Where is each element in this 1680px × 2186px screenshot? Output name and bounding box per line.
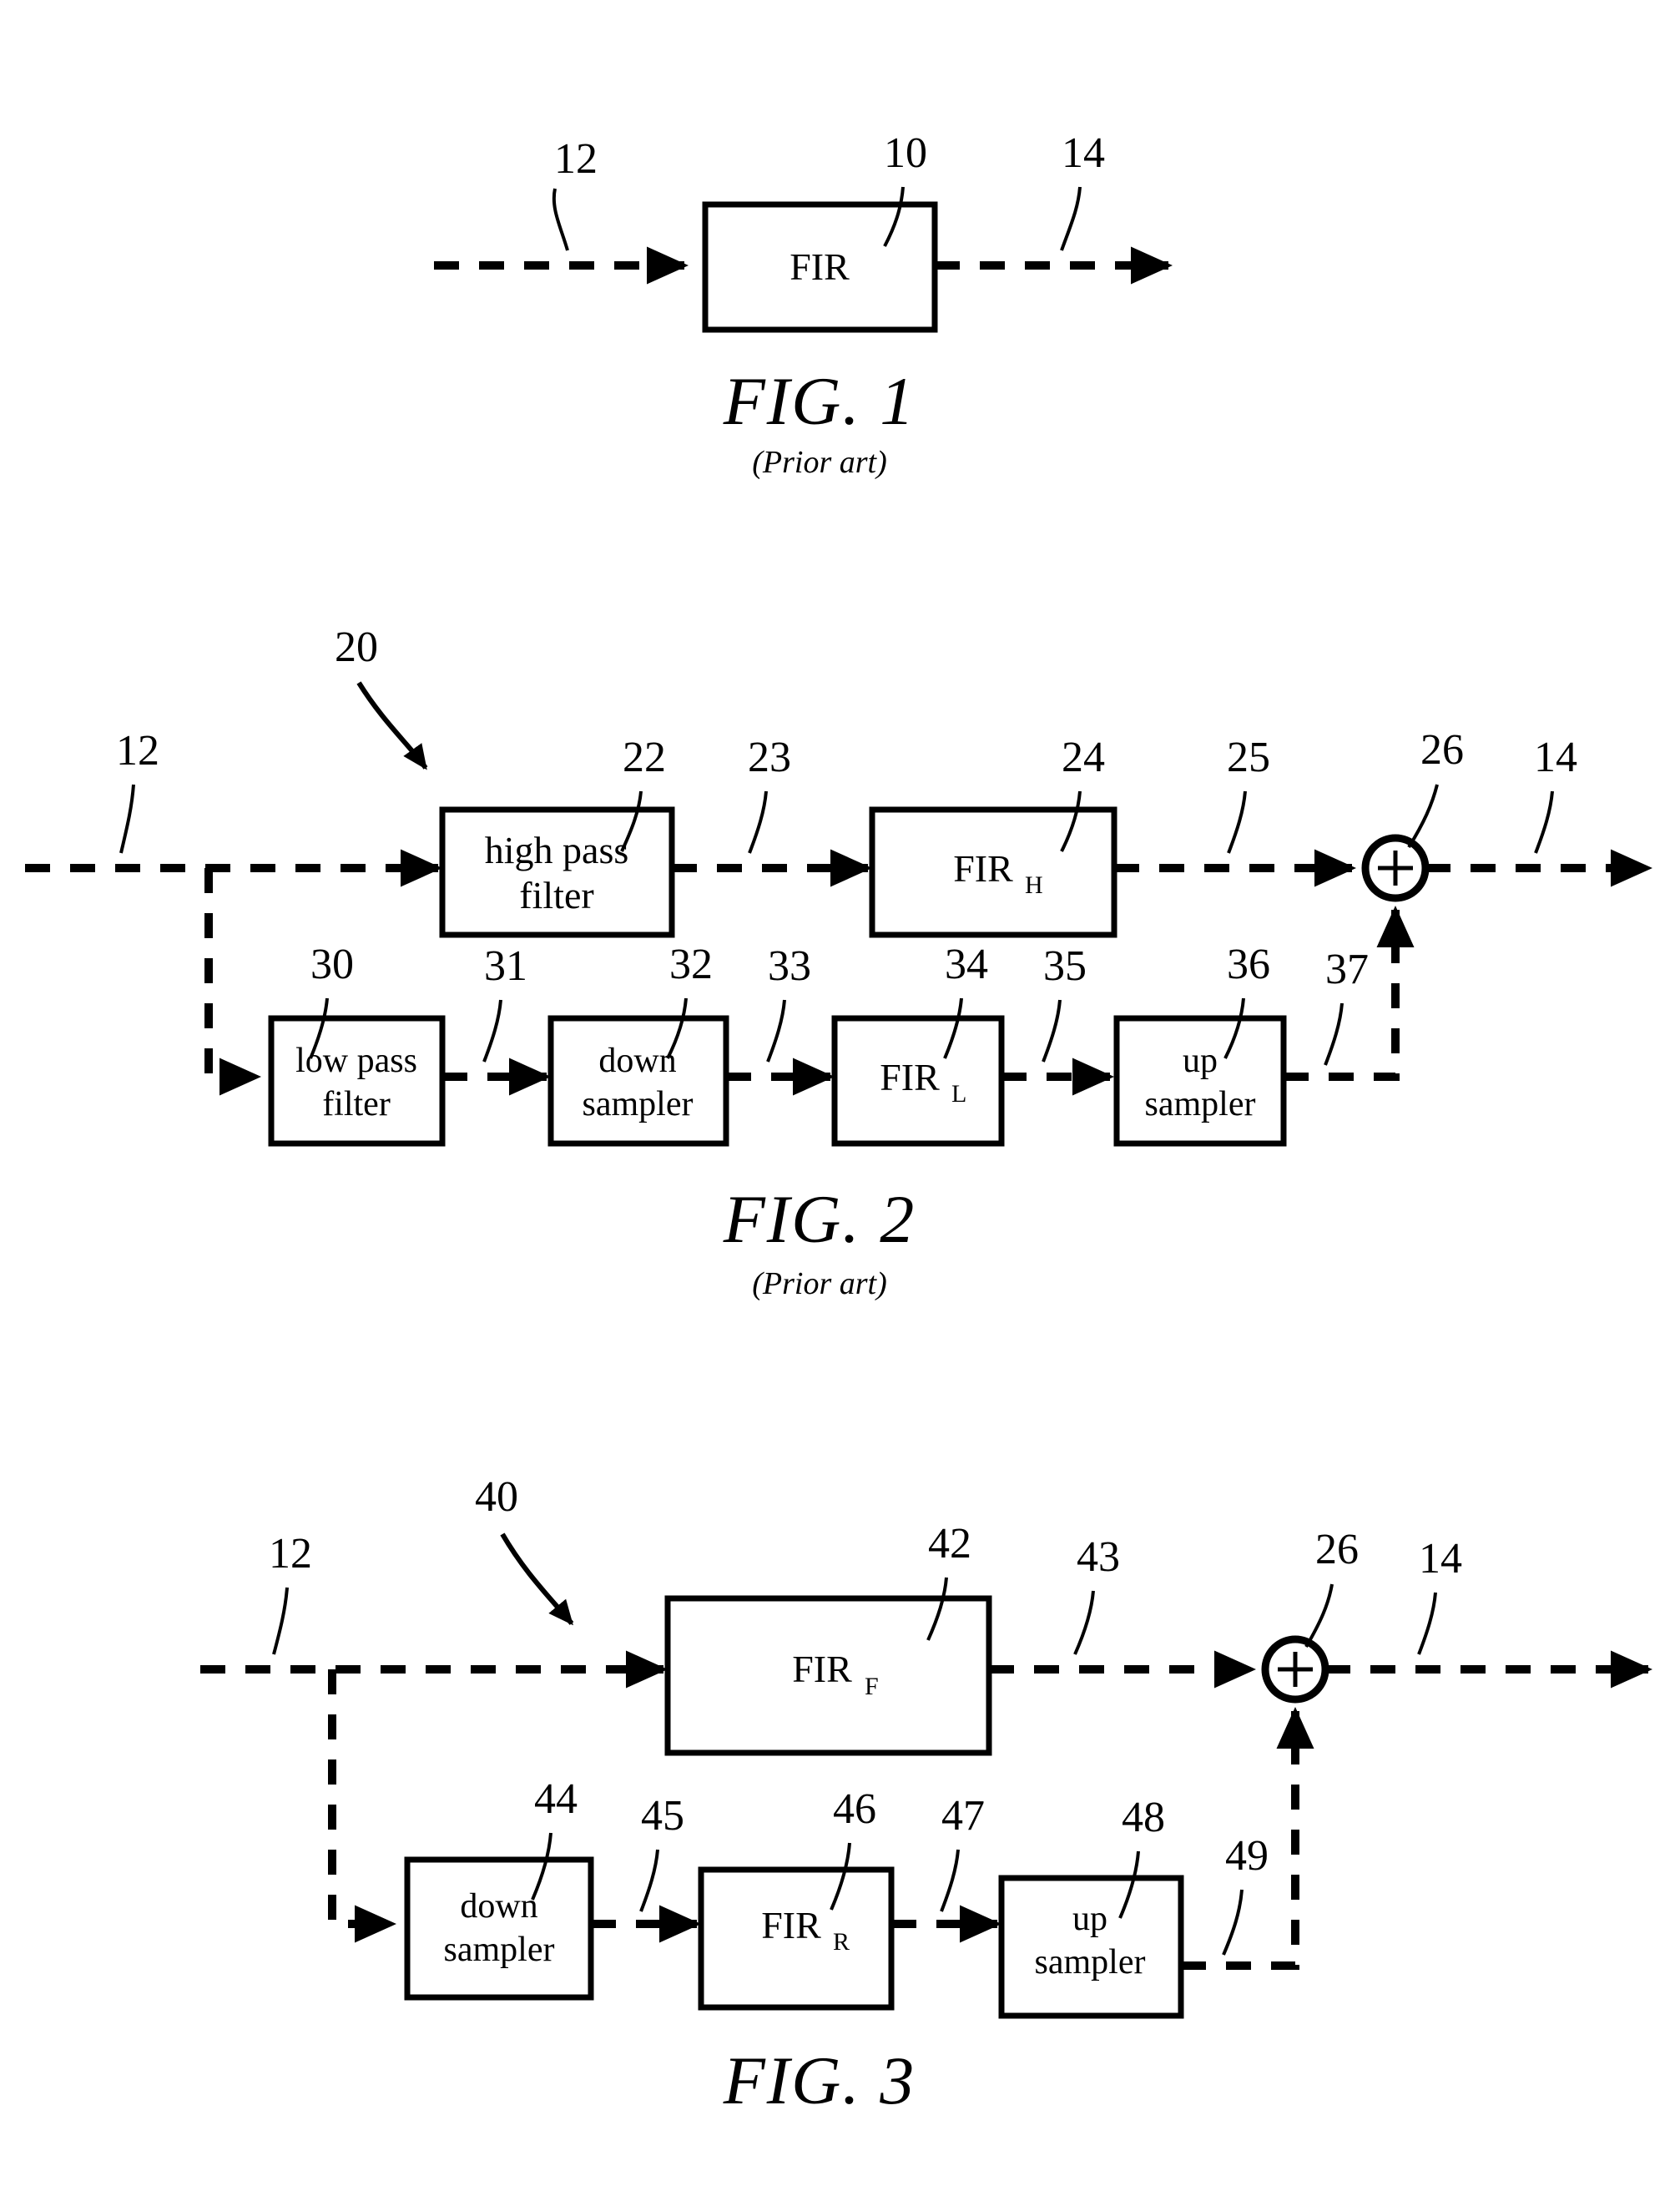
fig1-title: FIG. 1 [723, 363, 916, 439]
fig2-block-fir-h-subscript: H [1025, 871, 1043, 899]
fig2-block-down-sampler-line1: down [598, 1042, 676, 1080]
fig3-ref-44: 44 [534, 1775, 578, 1823]
fig1-ref-12: 12 [554, 135, 598, 183]
fig3-block-fir-r-label: FIR [761, 1904, 821, 1946]
fig3-ref-42: 42 [928, 1520, 971, 1568]
fig3-ref-45: 45 [641, 1792, 684, 1840]
fig2-ref-20: 20 [335, 623, 378, 671]
patent-drawing-sheet: 12 FIR 10 14 FIG. 1 (Prior art) 20 12 hi… [0, 0, 1680, 2186]
fig3-ref-49: 49 [1225, 1832, 1269, 1880]
fig2-ref-30: 30 [310, 941, 354, 988]
fig2-ref-12: 12 [116, 727, 159, 775]
fig3-ref-46: 46 [833, 1785, 876, 1833]
fig2-block-up-sampler-line1: up [1183, 1042, 1218, 1080]
fig2-block-down-sampler [547, 1015, 729, 1147]
fig3-ref-48: 48 [1122, 1794, 1165, 1841]
fig2-ref-25: 25 [1227, 734, 1270, 781]
fig2-ref-33: 33 [768, 942, 811, 990]
fig3-block-down-sampler-line2: sampler [444, 1931, 555, 1969]
fig3-block-up-sampler-line1: up [1072, 1900, 1107, 1938]
fig2-block-fir-h-label: FIR [953, 847, 1013, 890]
fig3-ref-40: 40 [475, 1473, 518, 1521]
fig2-ref-32: 32 [669, 941, 713, 988]
fig2-ref-14: 14 [1534, 734, 1577, 781]
fig1-block-fir-label: FIR [790, 245, 850, 288]
fig2-ref-35: 35 [1043, 942, 1087, 990]
fig2-block-fir-l-subscript: L [951, 1080, 966, 1108]
fig2-ref-31: 31 [484, 942, 527, 990]
fig2-block-low-pass-filter [268, 1015, 446, 1147]
fig3-block-down-sampler [404, 1856, 594, 2001]
fig3-ref-14: 14 [1419, 1535, 1462, 1583]
fig2-block-high-pass-filter-line2: filter [519, 874, 593, 916]
fig2-block-up-sampler [1113, 1015, 1287, 1147]
fig3-ref-26: 26 [1315, 1526, 1359, 1573]
fig3-block-up-sampler-line2: sampler [1035, 1943, 1146, 1982]
fig3-block-fir-f-subscript: F [865, 1673, 879, 1700]
fig2-ref-26: 26 [1420, 726, 1464, 774]
fig2-ref-22: 22 [623, 734, 666, 781]
fig2-block-up-sampler-line2: sampler [1145, 1085, 1256, 1123]
fig2-block-high-pass-filter-line1: high pass [485, 829, 629, 871]
fig2-block-low-pass-filter-line2: filter [322, 1085, 391, 1123]
fig3-ref-47: 47 [941, 1792, 985, 1840]
fig3-block-fir-f-label: FIR [792, 1648, 852, 1690]
fig1-ref-14: 14 [1062, 129, 1105, 177]
fig2-ref-34: 34 [945, 941, 988, 988]
fig3-ref-43: 43 [1077, 1533, 1120, 1581]
fig2-block-fir-l-label: FIR [880, 1056, 940, 1098]
fig2-title: FIG. 2 [723, 1181, 916, 1257]
fig2-ref-23: 23 [748, 734, 791, 781]
fig3-block-fir-r-subscript: R [833, 1928, 850, 1956]
fig1-subtitle: (Prior art) [752, 445, 887, 480]
fig3-ref-12: 12 [269, 1530, 312, 1578]
fig2-ref-37: 37 [1325, 946, 1369, 993]
fig2-ref-36: 36 [1227, 941, 1270, 988]
fig1-ref-10: 10 [884, 129, 927, 177]
fig3-title: FIG. 3 [723, 2042, 916, 2118]
fig2-ref-24: 24 [1062, 734, 1105, 781]
fig3-block-down-sampler-line1: down [460, 1887, 537, 1926]
fig2-subtitle: (Prior art) [752, 1266, 887, 1301]
fig2-block-down-sampler-line2: sampler [583, 1085, 694, 1123]
